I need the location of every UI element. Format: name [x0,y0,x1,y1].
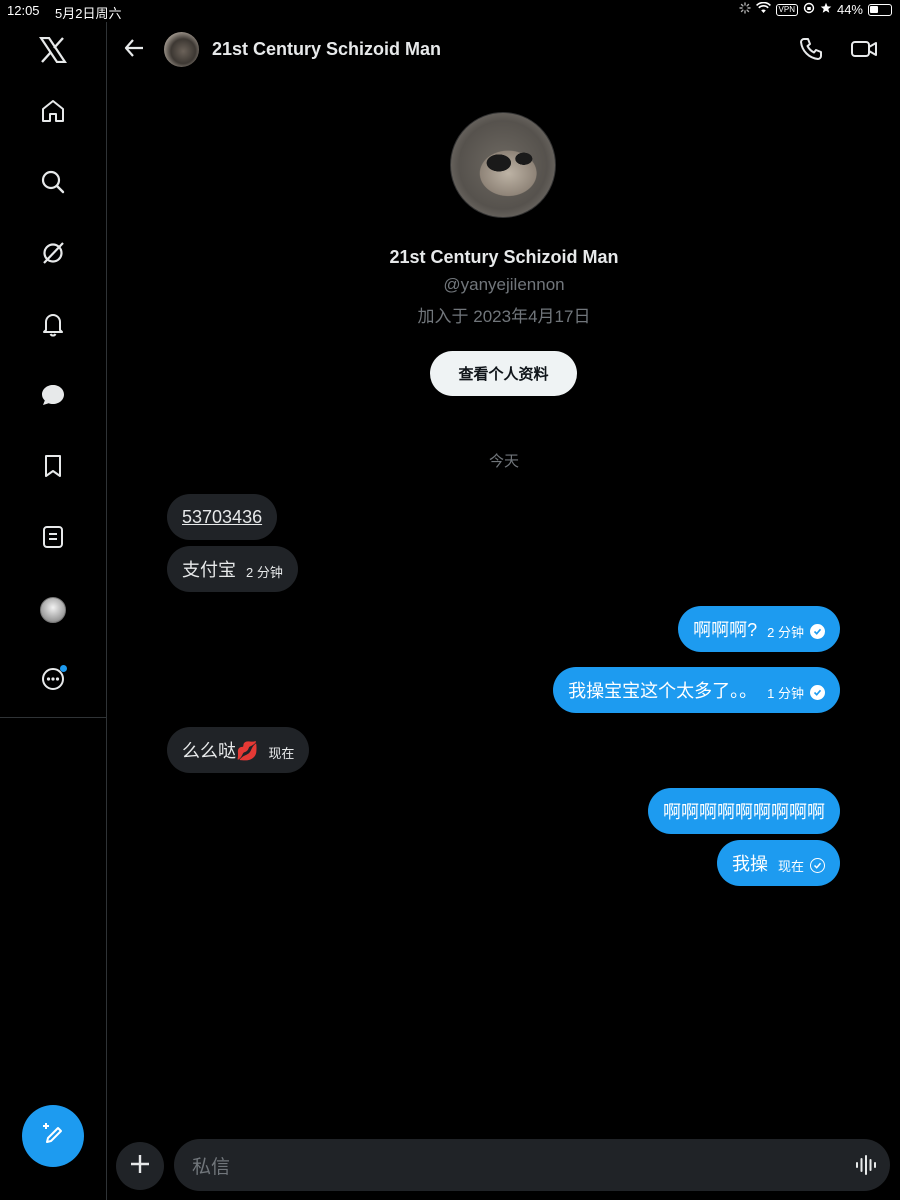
battery-icon [868,3,892,16]
compose-icon [40,1121,66,1152]
voice-message-button[interactable] [854,1153,878,1177]
phone-icon [798,38,824,66]
conversation-header: 21st Century Schizoid Man [108,22,900,78]
avatar[interactable] [164,32,199,67]
message-input-placeholder: 私信 [192,1156,231,1178]
message-text: 我操宝宝这个太多了。。 [568,681,758,701]
sidebar-nav [0,22,107,1200]
lists-icon [40,524,66,555]
sidebar-item-search[interactable] [33,164,73,204]
message-text: 么么哒💋 [182,741,259,761]
message-input[interactable]: 私信 [174,1139,890,1191]
sidebar-item-lists[interactable] [33,519,73,559]
sidebar-item-home[interactable] [33,93,73,133]
message-bubble[interactable]: 我操宝宝这个太多了。。 1 分钟 [553,667,840,713]
audio-waveform-icon [854,1155,878,1182]
read-check-icon [810,685,825,700]
profile-name: 21st Century Schizoid Man [389,247,619,267]
message-bubble[interactable]: 么么哒💋 现在 [167,727,310,773]
battery-percent: 44% [836,2,863,17]
grok-icon [40,240,66,271]
message-bubble[interactable]: 啊啊啊啊啊啊啊啊啊 [648,788,840,834]
notification-dot [60,665,67,672]
bookmark-icon [40,453,66,484]
profile-handle: @yanyejilennon [443,275,565,294]
sidebar-item-grok[interactable] [33,235,73,275]
sent-check-icon [810,858,825,873]
sidebar-item-profile[interactable] [33,590,73,630]
message-timestamp: 现在 [268,746,295,761]
view-profile-button[interactable]: 查看个人资料 [430,351,577,396]
message-bubble[interactable]: 啊啊啊? 2 分钟 [678,606,840,652]
call-button[interactable] [798,36,826,64]
video-icon [850,41,878,66]
sidebar-item-notifications[interactable] [33,306,73,346]
message-timestamp: 1 分钟 [767,686,804,701]
message-text: 支付宝 [182,560,236,580]
message-text: 啊啊啊? [693,620,758,640]
message-timestamp: 2 分钟 [246,565,283,580]
avatar [40,597,66,623]
orientation-lock-icon [803,2,815,17]
back-button[interactable] [120,34,148,62]
message-text[interactable]: 53703436 [182,507,262,528]
plus-icon [129,1153,151,1180]
home-icon [40,98,66,129]
date-divider: 今天 [488,453,519,470]
loading-icon [738,2,751,17]
status-date: 5月2日周六 [55,6,122,21]
status-time: 12:05 [7,3,40,18]
search-icon [40,169,66,200]
sidebar-divider [0,717,107,718]
message-bubble[interactable]: 支付宝 2 分钟 [167,546,298,592]
profile-avatar[interactable] [450,112,556,218]
message-bubble[interactable]: 我操 现在 [716,840,840,886]
vpn-badge: VPN [775,3,798,16]
message-timestamp: 2 分钟 [767,625,804,640]
conversation-pane: 21st Century Schizoid Man 21st Century S… [108,22,900,1200]
page-title[interactable]: 21st Century Schizoid Man [212,39,441,60]
status-indicators: VPN 44% [738,1,892,17]
message-text: 我操 [731,854,768,874]
x-logo-icon[interactable] [33,30,73,70]
add-attachment-button[interactable] [116,1142,164,1190]
messages-icon [40,382,66,413]
sidebar-item-messages[interactable] [33,377,73,417]
video-call-button[interactable] [850,36,880,64]
star-icon [820,2,832,17]
sidebar-item-bookmarks[interactable] [33,448,73,488]
status-bar: 12:05 5月2日周六 VPN 44% [0,0,900,22]
wifi-icon [755,1,771,17]
read-check-icon [810,624,825,639]
sidebar-item-more[interactable] [33,661,73,701]
profile-joined-date: 加入于 2023年4月17日 [417,307,591,326]
message-text: 啊啊啊啊啊啊啊啊啊 [663,802,825,822]
message-timestamp: 现在 [777,859,804,874]
compose-button[interactable] [22,1105,84,1167]
message-bubble[interactable]: 53703436 [167,494,278,540]
bell-icon [40,311,66,342]
